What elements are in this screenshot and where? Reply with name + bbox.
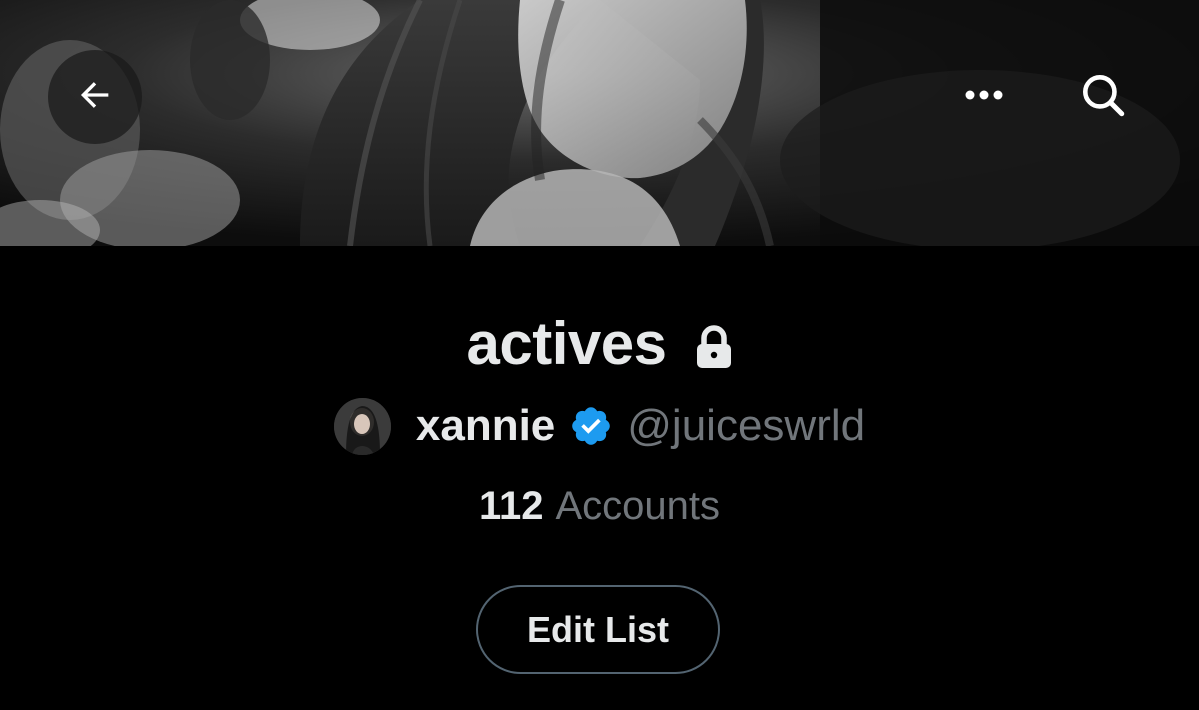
owner-handle[interactable]: @juiceswrld [627, 401, 865, 451]
search-button[interactable] [1056, 50, 1150, 144]
list-name: actives [466, 310, 668, 377]
arrow-left-icon [75, 75, 115, 120]
avatar[interactable] [333, 397, 391, 455]
lock-icon [695, 319, 733, 369]
verified-badge-icon [569, 404, 613, 448]
more-horizontal-icon [962, 85, 1006, 110]
member-count: 112 [478, 484, 544, 528]
list-title-row: actives [0, 308, 1199, 380]
member-count-row[interactable]: 112 Accounts [0, 484, 1199, 529]
more-options-button[interactable] [937, 50, 1031, 144]
edit-list-button[interactable]: Edit List [476, 585, 720, 674]
owner-display-name[interactable]: xannie [416, 401, 555, 451]
search-icon [1078, 70, 1128, 125]
member-label: Accounts [555, 484, 721, 528]
back-button[interactable] [48, 50, 142, 144]
list-owner-row[interactable]: xannie @juiceswrld [0, 394, 1199, 458]
